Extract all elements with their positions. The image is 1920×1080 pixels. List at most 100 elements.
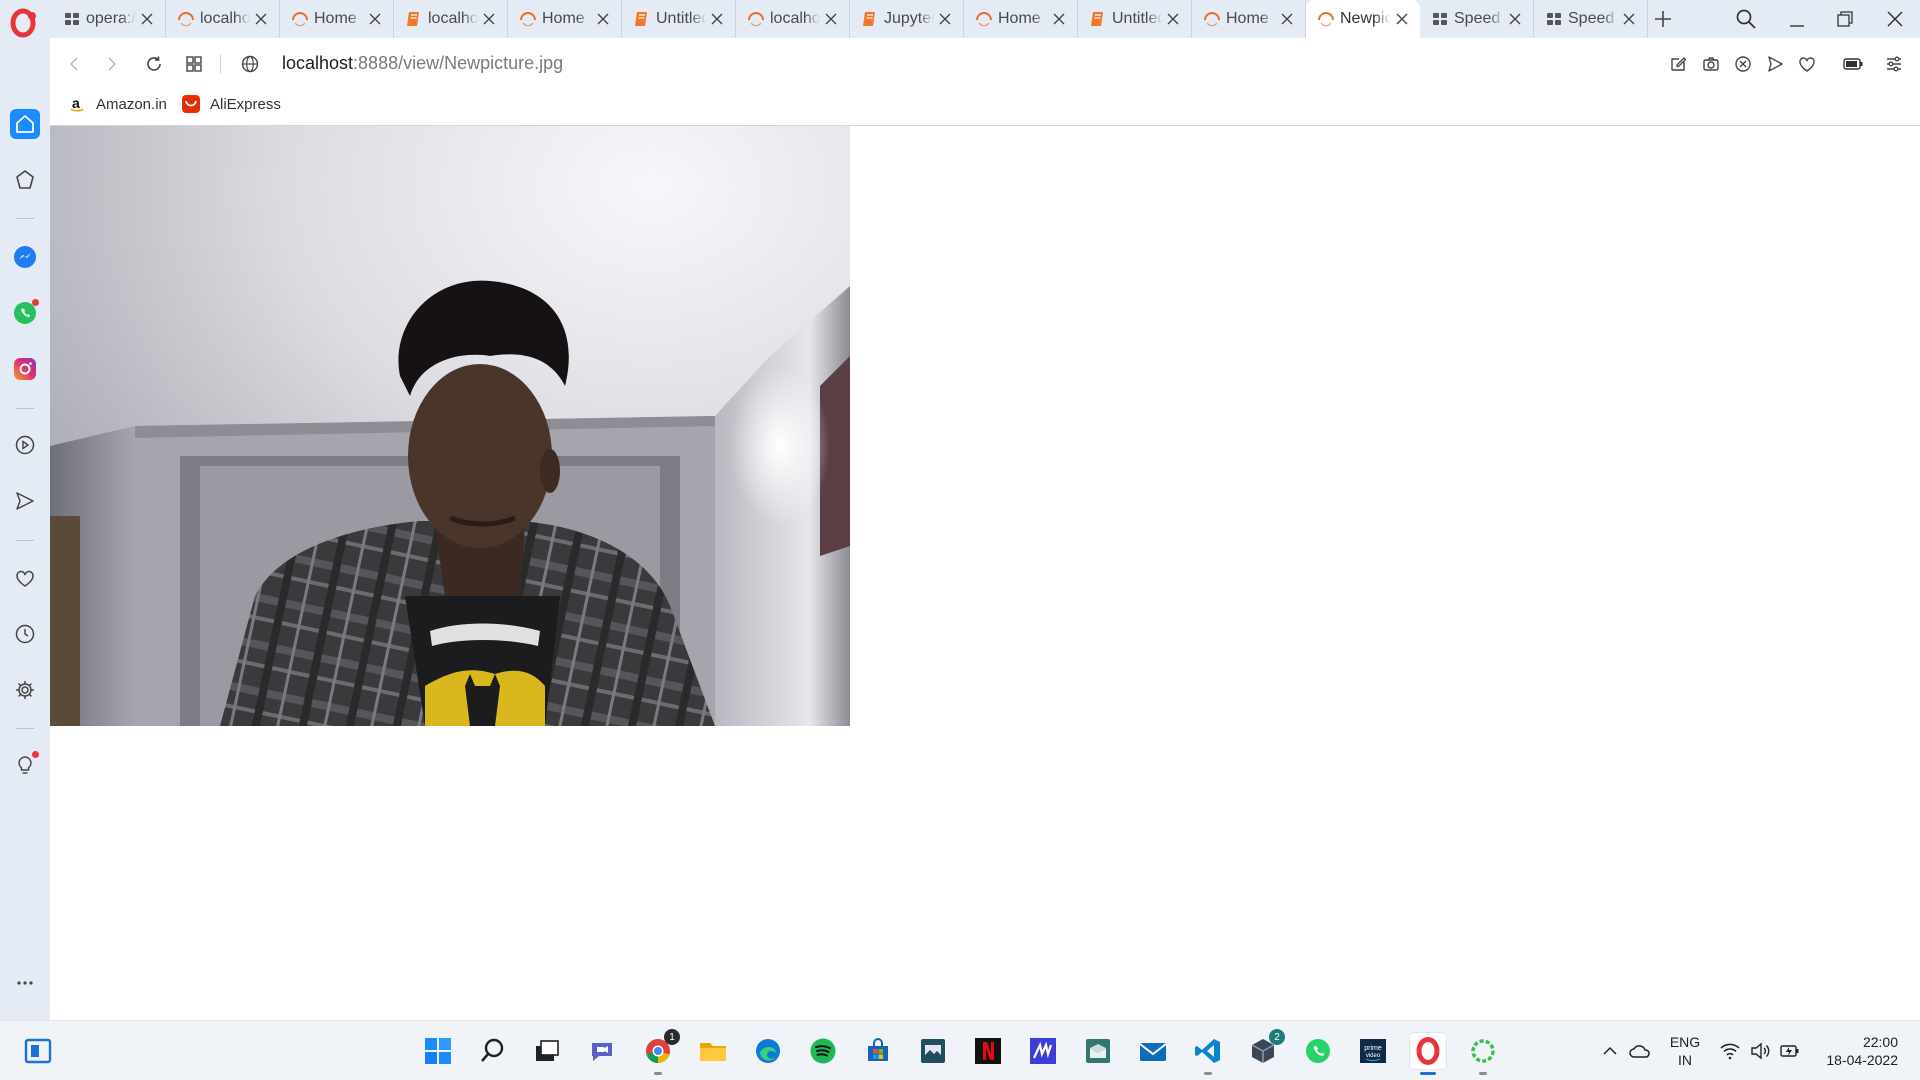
heart-icon[interactable] [10,563,40,593]
netflix-icon[interactable] [970,1033,1006,1069]
system-clock[interactable]: 22:00 18-04-2022 [1812,1033,1898,1069]
tab-14[interactable]: Speed Dial [1534,0,1648,38]
edge-icon[interactable] [750,1033,786,1069]
close-tab-icon[interactable] [1621,11,1637,27]
sidebar-divider [16,540,34,541]
new-tab-button[interactable] [1650,6,1676,32]
home-icon[interactable] [10,109,40,139]
bookmark-aliexpress[interactable]: AliExpress [182,92,281,116]
close-tab-icon[interactable] [1051,11,1067,27]
crypto-wallet-icon[interactable] [10,165,40,195]
minimize-button[interactable] [1784,6,1810,32]
search-icon[interactable] [475,1033,511,1069]
lightbulb-icon[interactable] [10,750,40,780]
tab-6[interactable]: Untitled [622,0,736,38]
tab-3[interactable]: Home [280,0,394,38]
close-tab-icon[interactable] [1279,11,1295,27]
tab-grid-icon[interactable] [180,50,208,78]
close-tab-icon[interactable] [937,11,953,27]
whatsapp-icon[interactable] [10,298,40,328]
svg-text:prime: prime [1364,1045,1382,1052]
close-tab-icon[interactable] [709,11,725,27]
reload-icon[interactable] [140,50,168,78]
tab-search-icon[interactable] [1733,6,1759,32]
task-view-icon[interactable] [529,1033,565,1069]
more-options-icon[interactable] [10,968,40,998]
battery-saver-icon[interactable] [1839,50,1867,78]
url-host: localhost [282,53,354,73]
chrome-icon[interactable]: 1 [640,1029,680,1075]
close-tab-icon[interactable] [481,11,497,27]
volume-icon[interactable] [1748,1039,1772,1063]
address-bar[interactable]: localhost:8888/view/Newpicture.jpg [282,52,563,74]
running-indicator [1479,1072,1487,1075]
close-tab-icon[interactable] [139,11,155,27]
close-tab-icon[interactable] [823,11,839,27]
tab-13[interactable]: Speed Dial [1420,0,1534,38]
bookmark-amazon[interactable]: a Amazon.in [68,92,167,116]
settings-gear-icon[interactable] [10,675,40,705]
opera-menu-icon[interactable] [10,8,40,38]
bookmark-heart-icon[interactable] [1793,50,1821,78]
close-tab-icon[interactable] [1165,11,1181,27]
send-page-icon[interactable] [1761,50,1789,78]
tab-9[interactable]: Home [964,0,1078,38]
speed-dial-icon [1544,9,1564,29]
tab-1[interactable]: opera:// [52,0,166,38]
prime-video-icon[interactable]: prime video [1355,1033,1391,1069]
instagram-icon[interactable] [10,354,40,384]
edit-page-icon[interactable] [1664,50,1692,78]
tab-4[interactable]: localhost [394,0,508,38]
tab-title: Home [998,10,1041,27]
adblock-icon[interactable] [1729,50,1757,78]
close-tab-icon[interactable] [595,11,611,27]
region-code: IN [1678,1052,1692,1068]
teams-chat-icon[interactable] [584,1033,620,1069]
messenger-icon[interactable] [10,242,40,272]
battery-charging-icon[interactable] [1778,1039,1802,1063]
spotify-icon[interactable] [805,1033,841,1069]
history-icon[interactable] [10,619,40,649]
easy-setup-icon[interactable] [1880,50,1908,78]
package-app-icon[interactable]: 2 [1245,1029,1285,1069]
close-tab-icon[interactable] [1507,11,1523,27]
opera-browser-icon[interactable] [1410,1033,1446,1075]
mail-app-icon[interactable] [1080,1033,1116,1069]
forward-icon[interactable] [98,50,126,78]
math-app-icon[interactable] [1025,1033,1061,1069]
microsoft-store-icon[interactable] [860,1033,896,1069]
site-info-globe-icon[interactable] [236,50,264,78]
close-window-button[interactable] [1882,6,1908,32]
back-icon[interactable] [60,50,88,78]
show-hidden-icons-chevron-icon[interactable] [1598,1039,1622,1063]
close-tab-icon[interactable] [253,11,269,27]
outlook-mail-icon[interactable] [1135,1033,1171,1069]
widgets-icon[interactable] [20,1033,56,1069]
opera-icon [1202,9,1222,29]
snapshot-camera-icon[interactable] [1697,50,1725,78]
input-language[interactable]: ENG IN [1668,1033,1702,1069]
wifi-icon[interactable] [1718,1039,1742,1063]
tab-2[interactable]: localhost [166,0,280,38]
tab-11[interactable]: Home [1192,0,1306,38]
file-explorer-icon[interactable] [695,1033,731,1069]
vscode-icon[interactable] [1190,1033,1226,1075]
opera-icon [974,9,994,29]
tab-title: Speed Dial [1568,10,1618,27]
close-tab-icon[interactable] [367,11,383,27]
photos-editor-icon[interactable] [915,1033,951,1069]
tab-8[interactable]: Jupyter [850,0,964,38]
close-tab-icon[interactable] [1394,11,1410,27]
tab-7[interactable]: localhost [736,0,850,38]
tab-10[interactable]: Untitled [1078,0,1192,38]
whatsapp-desktop-icon[interactable] [1300,1033,1336,1069]
onedrive-cloud-icon[interactable] [1628,1039,1652,1063]
tab-12[interactable]: Newpicture [1306,0,1420,38]
player-icon[interactable] [10,430,40,460]
windows-start-icon[interactable] [420,1033,456,1069]
send-icon[interactable] [10,486,40,516]
restore-button[interactable] [1832,6,1858,32]
tab-5[interactable]: Home [508,0,622,38]
loading-ring-icon[interactable] [1465,1033,1501,1075]
bookmark-label: AliExpress [210,95,281,113]
